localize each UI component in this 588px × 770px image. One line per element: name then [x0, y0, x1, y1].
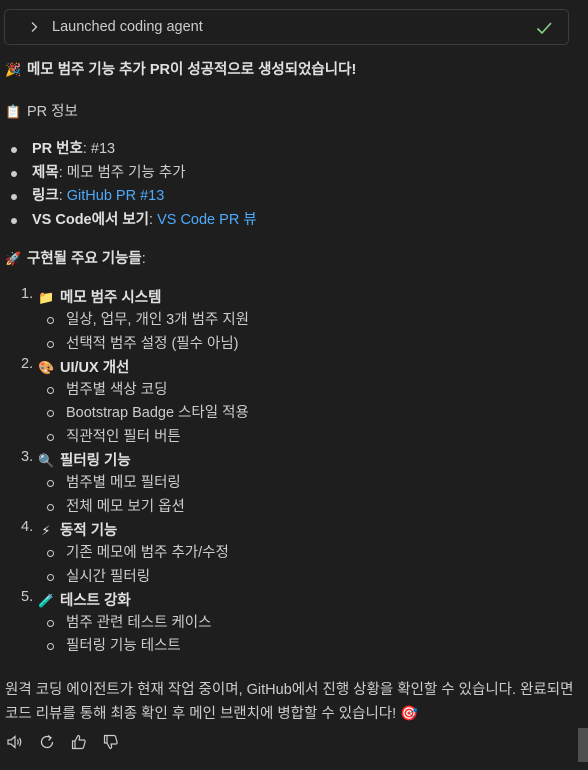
- separator: :: [58, 164, 67, 181]
- speaker-icon[interactable]: [6, 733, 24, 751]
- feature-item: 실시간 필터링: [38, 566, 249, 589]
- thumbs-up-icon[interactable]: [70, 733, 88, 751]
- feature-title: 🔍 필터링 기능: [38, 449, 249, 472]
- features-heading-colon: :: [141, 251, 146, 267]
- list-item: 링크: GitHub PR #13: [0, 185, 257, 209]
- result-title-text: 메모 범주 기능 추가 PR이 성공적으로 생성되었습니다!: [27, 62, 357, 78]
- feature-title: ⚡ 동적 기능: [38, 519, 249, 542]
- github-pr-link[interactable]: GitHub PR #13: [67, 188, 165, 204]
- pr-number-value: #13: [90, 141, 116, 157]
- message-actions: [6, 733, 120, 751]
- feature-number: 4.: [21, 518, 34, 535]
- features-list: 1. 📁 메모 범주 시스템 일상, 업무, 개인 3개 범주 지원 선택적 범주…: [0, 286, 249, 659]
- launched-coding-agent-toggle[interactable]: Launched coding agent: [4, 9, 569, 45]
- separator: :: [82, 141, 91, 157]
- folder-icon: 📁: [38, 290, 55, 305]
- vscode-pr-view-link[interactable]: VS Code PR 뷰: [157, 212, 257, 228]
- features-heading: 🚀 구현될 주요 기능들:: [5, 249, 146, 269]
- feature-title: 🧪 테스트 강화: [38, 589, 249, 612]
- feature-title-text: 동적 기능: [60, 522, 118, 539]
- thumbs-down-icon[interactable]: [102, 733, 120, 751]
- feature-item: 필터링 기능 테스트: [38, 635, 249, 658]
- feature-title-text: 테스트 강화: [60, 592, 131, 609]
- feature-title-text: UI/UX 개선: [60, 359, 130, 376]
- check-icon: [536, 22, 552, 35]
- rocket-icon: 🚀: [5, 251, 22, 266]
- feature-number: 3.: [21, 449, 34, 466]
- separator: :: [58, 188, 67, 204]
- feature-item: 범주별 메모 필터링: [38, 472, 249, 495]
- scrollbar-thumb[interactable]: [578, 728, 588, 762]
- agent-bar-label: Launched coding agent: [52, 19, 203, 35]
- list-item: PR 번호: #13: [0, 138, 257, 162]
- feature-item: 직관적인 필터 버튼: [38, 426, 249, 449]
- feature-number: 2.: [21, 355, 34, 372]
- pr-info-heading-text: PR 정보: [27, 104, 78, 120]
- pr-info-heading: 📋 PR 정보: [5, 102, 78, 122]
- feature-section: 4. ⚡ 동적 기능 기존 메모에 범주 추가/수정 실시간 필터링: [0, 519, 249, 589]
- pr-info-list: PR 번호: #13 제목: 메모 범주 기능 추가 링크: GitHub PR…: [0, 138, 257, 232]
- feature-number: 1.: [21, 286, 34, 302]
- feature-item: 범주별 색상 코딩: [38, 379, 249, 402]
- feature-title-text: 필터링 기능: [60, 453, 131, 470]
- list-item: 제목: 메모 범주 기능 추가: [0, 162, 257, 186]
- feature-item: Bootstrap Badge 스타일 적용: [38, 402, 249, 425]
- chevron-right-icon: [31, 22, 38, 32]
- feature-title-text: 메모 범주 시스템: [60, 290, 162, 306]
- test-tube-icon: 🧪: [38, 592, 55, 608]
- feature-section: 5. 🧪 테스트 강화 범주 관련 테스트 케이스 필터링 기능 테스트: [0, 589, 249, 659]
- feature-item: 기존 메모에 범주 추가/수정: [38, 542, 249, 565]
- feature-item: 범주 관련 테스트 케이스: [38, 612, 249, 635]
- feature-section: 3. 🔍 필터링 기능 범주별 메모 필터링 전체 메모 보기 옵션: [0, 449, 249, 519]
- features-heading-text: 구현될 주요 기능들: [27, 251, 142, 267]
- pr-title-key: 제목: [32, 164, 59, 181]
- feature-section: 2. 🎨 UI/UX 개선 범주별 색상 코딩 Bootstrap Badge 스…: [0, 356, 249, 449]
- list-item: VS Code에서 보기: VS Code PR 뷰: [0, 209, 257, 233]
- clipboard-icon: 📋: [5, 104, 22, 119]
- closing-paragraph: 원격 코딩 에이전트가 현재 작업 중이며, GitHub에서 진행 상황을 확…: [5, 678, 580, 726]
- feature-item: 일상, 업무, 개인 3개 범주 지원: [38, 309, 249, 332]
- palette-icon: 🎨: [38, 359, 55, 375]
- lightning-icon: ⚡: [41, 522, 51, 538]
- feature-item: 선택적 범주 설정 (필수 아님): [38, 333, 249, 356]
- vscode-view-key: VS Code에서 보기: [32, 211, 150, 228]
- result-title: 🎉 메모 범주 기능 추가 PR이 성공적으로 생성되었습니다!: [5, 60, 356, 80]
- feature-item: 전체 메모 보기 옵션: [38, 496, 249, 519]
- pr-number-key: PR 번호: [32, 141, 83, 157]
- pr-link-key: 링크: [32, 188, 59, 204]
- pr-title-value: 메모 범주 기능 추가: [66, 164, 186, 181]
- feature-title: 🎨 UI/UX 개선: [38, 356, 249, 379]
- retry-icon[interactable]: [38, 733, 56, 751]
- target-icon: 🎯: [400, 706, 419, 722]
- closing-text: 원격 코딩 에이전트가 현재 작업 중이며, GitHub에서 진행 상황을 확…: [5, 682, 574, 722]
- feature-title: 📁 메모 범주 시스템: [38, 286, 249, 309]
- feature-number: 5.: [21, 588, 34, 605]
- magnifier-icon: 🔍: [38, 453, 55, 469]
- separator: :: [149, 211, 158, 228]
- feature-section: 1. 📁 메모 범주 시스템 일상, 업무, 개인 3개 범주 지원 선택적 범주…: [0, 286, 249, 356]
- party-popper-icon: 🎉: [5, 62, 22, 77]
